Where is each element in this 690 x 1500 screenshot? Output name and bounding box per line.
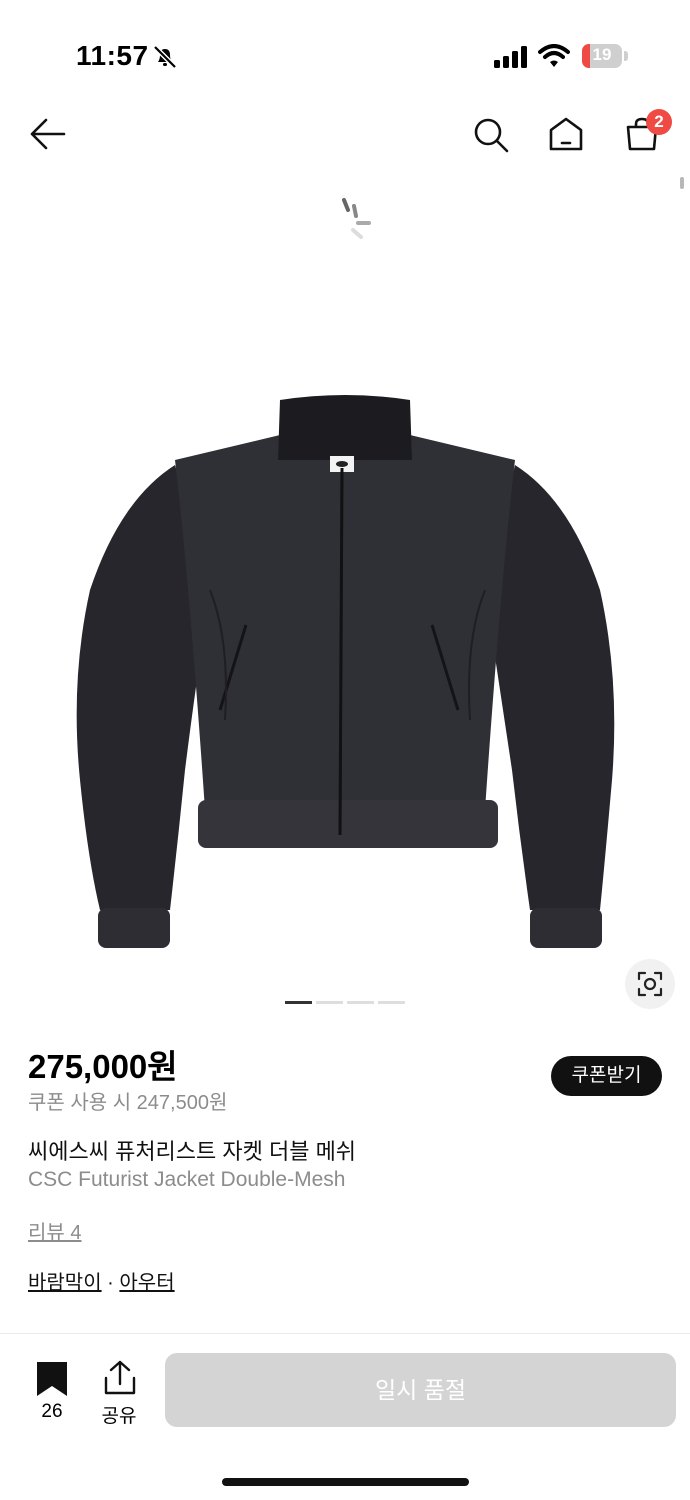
pager-dot: [347, 1001, 374, 1004]
bookmark-icon[interactable]: [36, 1361, 68, 1397]
share-label: 공유: [101, 1406, 137, 1427]
battery-cap: [624, 51, 628, 61]
bell-slash-icon: [153, 45, 177, 69]
search-icon[interactable]: [472, 116, 510, 154]
category-separator: ·: [107, 1272, 114, 1294]
category-link-outer[interactable]: 아우터: [119, 1272, 174, 1294]
coupon-price: 쿠폰 사용 시 247,500원: [28, 1092, 228, 1114]
product-image[interactable]: [60, 390, 630, 960]
review-link[interactable]: 리뷰 4: [28, 1216, 81, 1245]
pager-dot: [378, 1001, 405, 1004]
status-time: 11:57: [76, 40, 149, 71]
lens-scan-icon: [637, 971, 663, 997]
sold-out-button[interactable]: 일시 품절: [165, 1353, 676, 1427]
signal-icon: [494, 46, 527, 68]
home-icon[interactable]: [548, 116, 584, 152]
share-icon[interactable]: [103, 1360, 137, 1396]
wifi-icon: [538, 44, 570, 67]
bookmark-count: 26: [41, 1401, 63, 1422]
category-link-windbreaker[interactable]: 바람막이: [28, 1272, 102, 1294]
product-name-korean: 씨에스씨 퓨처리스트 자켓 더블 메쉬: [28, 1139, 357, 1164]
divider: [0, 1333, 690, 1334]
pager-dot: [316, 1001, 343, 1004]
product-price: 275,000원: [28, 1048, 178, 1085]
back-arrow-icon[interactable]: [28, 116, 68, 152]
battery-indicator: 19: [582, 44, 622, 68]
cart-count-badge: 2: [646, 109, 672, 135]
scroll-indicator: [680, 177, 684, 189]
category-breadcrumb: 바람막이 · 아우터: [28, 1266, 175, 1295]
home-indicator: [222, 1478, 469, 1486]
product-name-english: CSC Futurist Jacket Double-Mesh: [28, 1168, 346, 1191]
loading-spinner-icon: [342, 198, 371, 239]
image-search-button[interactable]: [625, 959, 675, 1009]
image-pager: [285, 1001, 405, 1004]
battery-level: 19: [592, 45, 612, 64]
get-coupon-button[interactable]: 쿠폰받기: [551, 1056, 662, 1096]
pager-dot: [285, 1001, 312, 1004]
